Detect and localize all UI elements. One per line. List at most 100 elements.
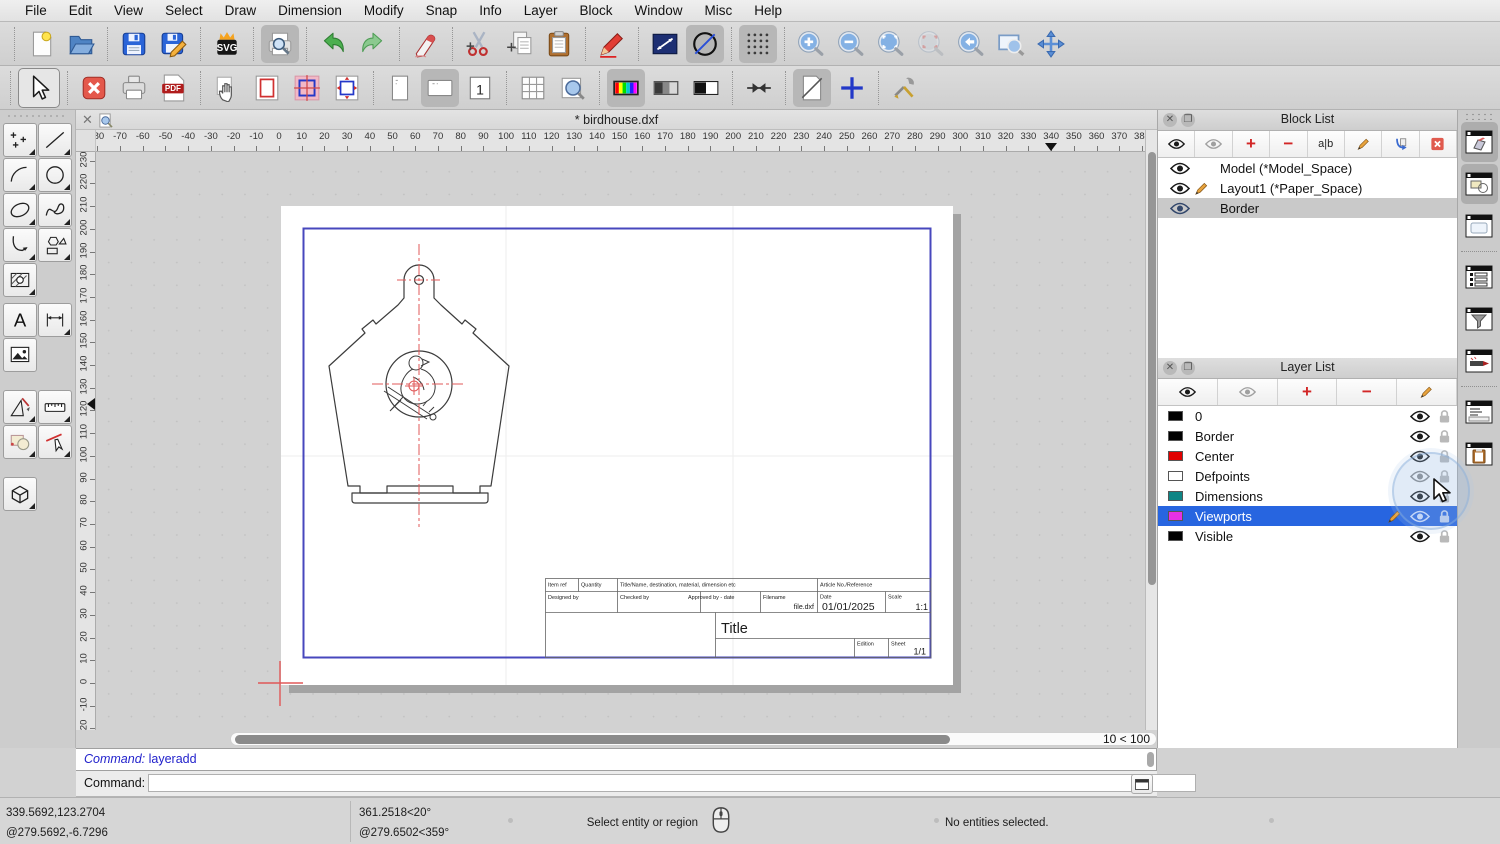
zoom-out-button[interactable]: [832, 25, 870, 63]
close-preview-button[interactable]: [75, 69, 113, 107]
menu-view[interactable]: View: [103, 0, 154, 22]
polygon-tool[interactable]: [38, 228, 72, 262]
cut-button[interactable]: [460, 25, 498, 63]
block-row-border[interactable]: Border: [1158, 198, 1457, 218]
undo-button[interactable]: [314, 25, 352, 63]
dimension-tool[interactable]: [38, 303, 72, 337]
block-list-widget-toggle[interactable]: [1460, 122, 1498, 162]
menu-help[interactable]: Help: [743, 0, 793, 22]
crosshair-blue-button[interactable]: [833, 69, 871, 107]
delete-entities-button[interactable]: [407, 25, 445, 63]
command-history-widget-toggle[interactable]: [1461, 392, 1498, 432]
open-file-button[interactable]: [62, 25, 100, 63]
polyline-tool[interactable]: [3, 228, 37, 262]
library-widget-toggle[interactable]: [1461, 206, 1498, 246]
command-input[interactable]: [148, 774, 1196, 792]
menu-misc[interactable]: Misc: [694, 0, 744, 22]
grayscale-button[interactable]: [647, 69, 685, 107]
show-all-blocks-button[interactable]: [1158, 131, 1196, 157]
layer-list-widget-toggle[interactable]: [1460, 164, 1498, 204]
menu-window[interactable]: Window: [624, 0, 694, 22]
entity-list-widget-toggle[interactable]: [1461, 257, 1498, 297]
current-pen-button[interactable]: [646, 25, 684, 63]
paste-button[interactable]: [540, 25, 578, 63]
print-preview-button[interactable]: [261, 24, 299, 63]
edit-block-button[interactable]: [1344, 131, 1383, 157]
portrait-page-button[interactable]: [381, 69, 419, 107]
visibility-eye-icon[interactable]: [1169, 182, 1191, 195]
zoom-previous-button[interactable]: [952, 25, 990, 63]
hatch-tool[interactable]: [3, 263, 37, 297]
menu-layer[interactable]: Layer: [513, 0, 569, 22]
edit-pen-button[interactable]: [593, 25, 631, 63]
remove-layer-button[interactable]: −: [1337, 379, 1398, 405]
menu-snap[interactable]: Snap: [415, 0, 469, 22]
new-document-button[interactable]: [22, 25, 60, 63]
deselect-tool[interactable]: [38, 425, 72, 459]
circle-tool[interactable]: [38, 158, 72, 192]
layer-row-border[interactable]: Border: [1158, 426, 1457, 446]
menu-edit[interactable]: Edit: [58, 0, 103, 22]
keyboard-toggle-button[interactable]: [1131, 774, 1153, 794]
draft-mode-circle-button[interactable]: [686, 24, 724, 63]
drawing-canvas[interactable]: Item ref Quantity Title/Name, destinatio…: [96, 152, 1145, 730]
export-svg-button[interactable]: SVG: [208, 25, 246, 63]
layer-row-visible[interactable]: Visible: [1158, 526, 1457, 546]
block-row-model[interactable]: Model (*Model_Space): [1158, 158, 1457, 178]
zoom-window-button[interactable]: [992, 25, 1030, 63]
layer-lock-icon[interactable]: [1438, 429, 1451, 444]
menu-file[interactable]: File: [14, 0, 58, 22]
menu-draw[interactable]: Draw: [214, 0, 268, 22]
visibility-eye-icon[interactable]: [1169, 202, 1191, 215]
horizontal-scrollbar[interactable]: 10 < 100: [230, 732, 1157, 746]
layer-visibility-eye-icon[interactable]: [1410, 530, 1430, 543]
image-tool[interactable]: [3, 338, 37, 372]
vertical-scrollbar-thumb[interactable]: [1147, 152, 1156, 585]
visibility-eye-icon[interactable]: [1169, 162, 1191, 175]
print-button[interactable]: [115, 69, 153, 107]
add-block-button[interactable]: +: [1232, 131, 1271, 157]
fit-page-button[interactable]: [328, 69, 366, 107]
filter-widget-toggle[interactable]: [1461, 299, 1498, 339]
clipboard-widget-toggle[interactable]: [1461, 434, 1498, 474]
vertical-scrollbar[interactable]: [1145, 130, 1157, 730]
show-all-layers-button[interactable]: [1158, 379, 1218, 405]
block-row-layout1[interactable]: Layout1 (*Paper_Space): [1158, 178, 1457, 198]
horizontal-scrollbar-thumb[interactable]: [235, 734, 950, 744]
export-pdf-button[interactable]: PDF: [155, 69, 193, 107]
layer-visibility-eye-icon[interactable]: [1410, 430, 1430, 443]
zoom-auto-button[interactable]: [872, 25, 910, 63]
add-layer-button[interactable]: +: [1277, 379, 1338, 405]
palette-drag-handle[interactable]: [6, 114, 68, 118]
table-grid-button[interactable]: [514, 69, 552, 107]
menu-modify[interactable]: Modify: [353, 0, 415, 22]
points-tool[interactable]: [3, 123, 37, 157]
menu-dimension[interactable]: Dimension: [267, 0, 353, 22]
spline-tool[interactable]: [38, 193, 72, 227]
save-button[interactable]: [115, 25, 153, 63]
insert-block-button[interactable]: [1382, 131, 1420, 157]
layer-row-0[interactable]: 0: [1158, 406, 1457, 426]
pan-page-button[interactable]: [208, 69, 246, 107]
color-bar-button[interactable]: [607, 68, 645, 107]
redo-button[interactable]: [354, 25, 392, 63]
layer-lock-icon[interactable]: [1438, 409, 1451, 424]
dock-drag-handle[interactable]: [1464, 112, 1494, 120]
ellipse-tool[interactable]: [3, 193, 37, 227]
edit-layer-button[interactable]: [1397, 379, 1457, 405]
remove-block-button[interactable]: −: [1270, 131, 1308, 157]
viewport-layout-button[interactable]: [288, 69, 326, 107]
layer-lock-icon[interactable]: [1438, 529, 1451, 544]
menu-select[interactable]: Select: [154, 0, 214, 22]
pointer-select-button[interactable]: [18, 67, 60, 108]
line-tool[interactable]: [38, 123, 72, 157]
layer-visibility-eye-icon[interactable]: [1410, 410, 1430, 423]
select-tool[interactable]: [3, 425, 37, 459]
modify-tool[interactable]: [3, 390, 37, 424]
rename-block-button[interactable]: a|b: [1307, 131, 1345, 157]
delete-all-blocks-button[interactable]: [1419, 131, 1457, 157]
command-history-scrollbar[interactable]: [1147, 752, 1154, 767]
zoom-in-button[interactable]: [792, 25, 830, 63]
solid-box-tool[interactable]: [3, 477, 37, 511]
copy-button[interactable]: [500, 25, 538, 63]
